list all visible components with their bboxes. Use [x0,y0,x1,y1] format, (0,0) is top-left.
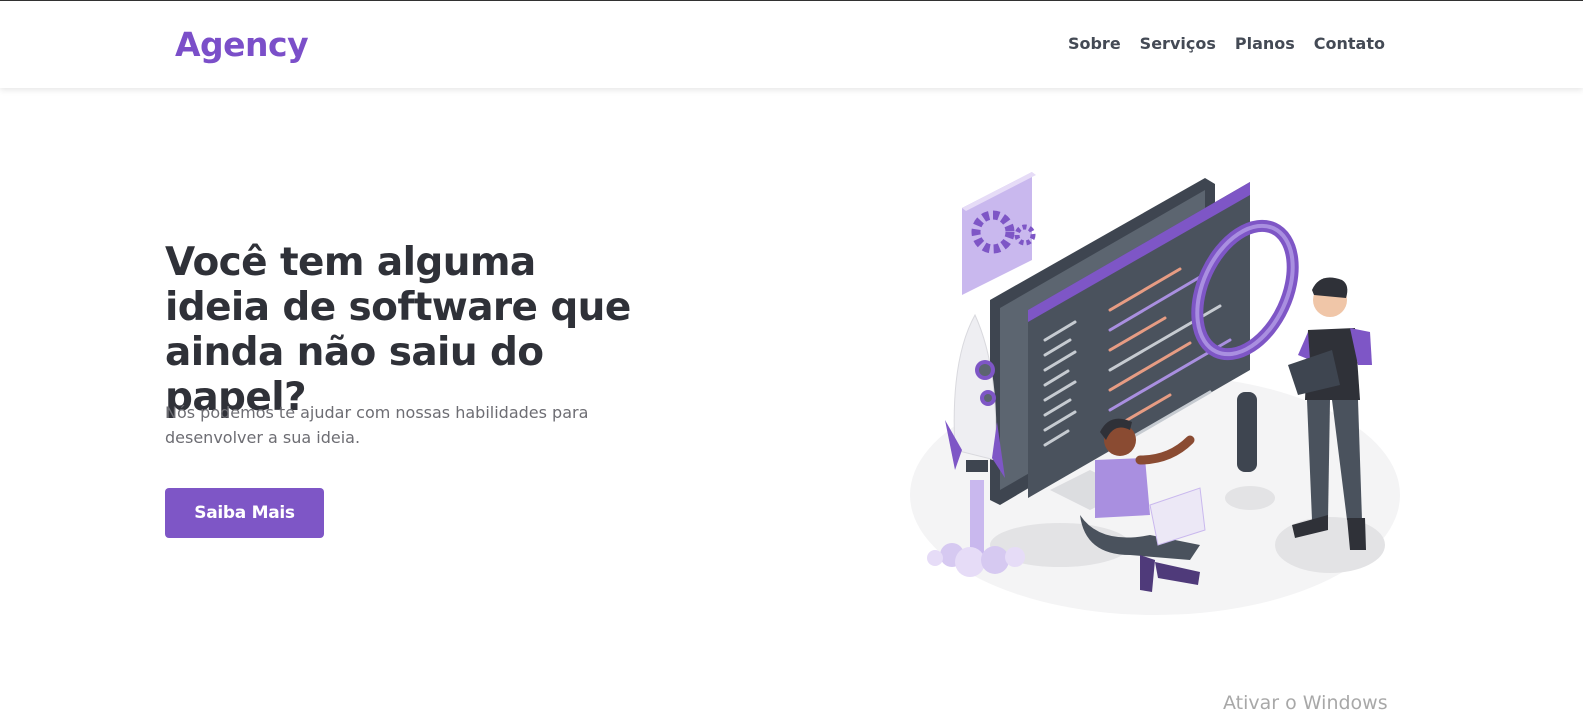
nav-link-contato[interactable]: Contato [1314,34,1385,53]
saiba-mais-button[interactable]: Saiba Mais [165,488,324,538]
nav-link-planos[interactable]: Planos [1235,34,1295,53]
nav-link-servicos[interactable]: Serviços [1140,34,1216,53]
hero-illustration [910,172,1400,615]
hero-subtitle: Nós podemos te ajudar com nossas habilid… [165,403,589,447]
hero-title: Você tem alguma ideia de software que ai… [165,240,631,420]
windows-activation-watermark: Ativar o Windows [1223,692,1388,714]
nav-link-sobre[interactable]: Sobre [1068,34,1121,53]
site-header: Agency Sobre Serviços Planos Contato [0,1,1583,88]
main-nav: Sobre Serviços Planos Contato [1068,34,1385,53]
gear-icon [962,172,1036,295]
brand-logo[interactable]: Agency [175,25,309,64]
